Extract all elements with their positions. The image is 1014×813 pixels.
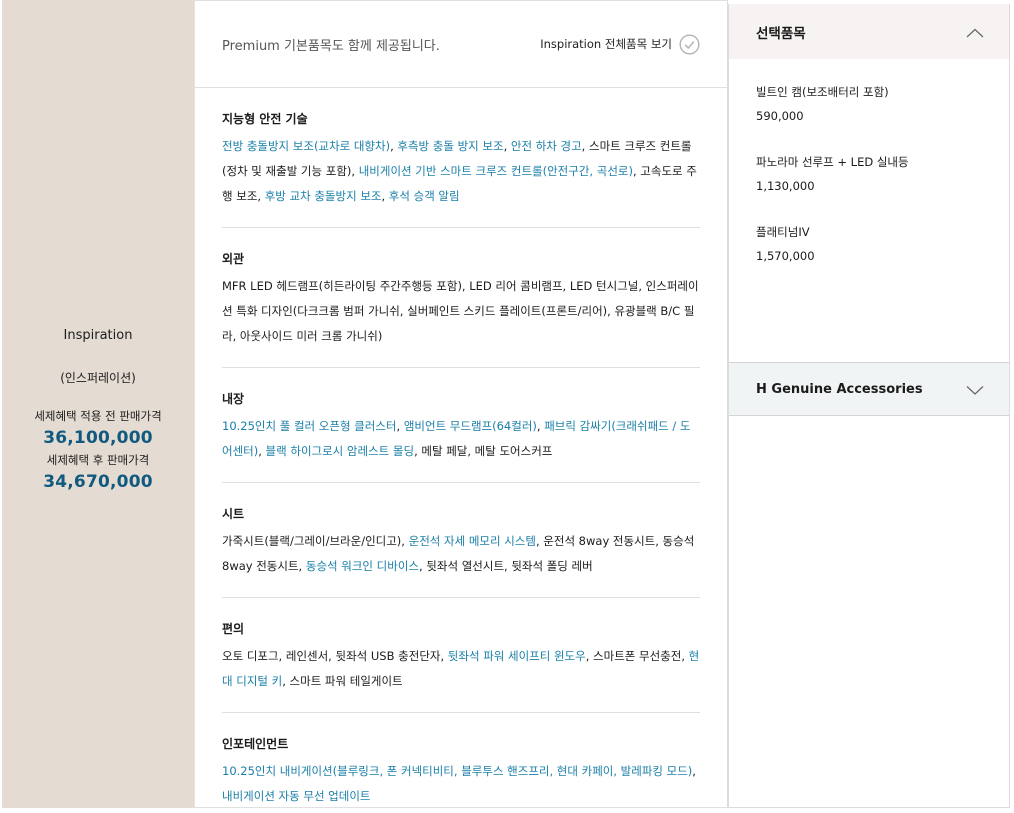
option-price: 590,000	[756, 109, 804, 123]
feature-section-title: 시트	[222, 507, 245, 521]
feature-text: , 스마트폰 무선충전,	[585, 649, 689, 663]
feature-text: ,	[692, 764, 696, 778]
feature-section-title: 내장	[222, 392, 245, 406]
feature-panel: Premium 기본품목도 함께 제공됩니다. Inspiration 전체품목…	[194, 0, 728, 808]
price-after-tax-label: 세제혜택 후 판매가격	[46, 453, 150, 467]
feature-section: 인포테인먼트 10.25인치 내비게이션(블루링크, 폰 커넥티비티, 블루투스 …	[222, 713, 700, 813]
feature-section-title: 외관	[222, 252, 245, 266]
chevron-down-icon[interactable]	[966, 384, 984, 395]
feature-section: 내장 10.25인치 풀 컬러 오픈형 클러스터, 앰비언트 무드램프(64컬러)…	[222, 368, 700, 483]
feature-section: 편의오토 디포그, 레인센서, 뒷좌석 USB 충전단자, 뒷좌석 파워 세이프…	[222, 598, 700, 713]
feature-highlight: 후방 교차 충돌방지 보조	[264, 189, 382, 203]
feature-section-title: 편의	[222, 622, 245, 636]
trim-name-kor: (인스퍼레이션)	[60, 371, 136, 385]
selected-options-title: 선택품목	[756, 25, 806, 42]
feature-highlight: 후석 승객 알림	[388, 189, 460, 203]
option-name: 파노라마 선루프 + LED 실내등	[756, 155, 909, 169]
feature-highlight: 내비게이션 기반 스마트 크루즈 컨트롤(안전구간, 곡선로)	[358, 164, 633, 178]
feature-highlight: 동승석 워크인 디바이스	[305, 559, 419, 573]
feature-section-title: 인포테인먼트	[222, 737, 289, 751]
feature-section: 지능형 안전 기술전방 충돌방지 보조(교차로 대향차), 후측방 충돌 방지 …	[222, 88, 700, 228]
selected-options-header[interactable]: 선택품목	[729, 4, 1009, 59]
trim-name: Inspiration	[63, 328, 133, 343]
option-item[interactable]: 빌트인 캠(보조배터리 포함) 590,000	[756, 84, 982, 123]
feature-section-body: 오토 디포그, 레인센서, 뒷좌석 USB 충전단자, 뒷좌석 파워 세이프티 …	[222, 644, 700, 694]
feature-highlight: 앰비언트 무드램프(64컬러)	[403, 419, 537, 433]
feature-highlight: 운전석 자세 메모리 시스템	[408, 534, 536, 548]
feature-highlight: 블랙 하이그로시 암레스트 몰딩	[265, 444, 415, 458]
feature-section-body: 10.25인치 풀 컬러 오픈형 클러스터, 앰비언트 무드램프(64컬러) , …	[222, 414, 700, 464]
feature-section-body: MFR LED 헤드램프(히든라이팅 주간주행등 포함), LED 리어 콤비램…	[222, 274, 700, 349]
feature-highlight: 안전 하차 경고	[510, 139, 582, 153]
price-before-tax-label: 세제혜택 적용 전 판매가격	[34, 409, 162, 423]
feature-section-body: 10.25인치 내비게이션(블루링크, 폰 커넥티비티, 블루투스 핸즈프리, …	[222, 759, 700, 809]
price-after-tax: 34,670,000	[43, 472, 153, 492]
accessories-title: H Genuine Accessories	[756, 381, 923, 397]
feature-text: ,	[396, 419, 404, 433]
feature-text: ,	[381, 189, 389, 203]
trim-summary: Inspiration (인스퍼레이션) 세제혜택 적용 전 판매가격 36,1…	[2, 0, 194, 808]
options-panel: 선택품목 빌트인 캠(보조배터리 포함) 590,000 파노라마 선루프 + LE…	[728, 4, 1010, 808]
view-all-items-link[interactable]: Inspiration 전체품목 보기	[540, 33, 700, 55]
feature-section-body: 가죽시트(블랙/그레이/브라운/인디고), 운전석 자세 메모리 시스템, 운전…	[222, 529, 700, 579]
option-price: 1,570,000	[756, 249, 815, 263]
check-circle-icon	[679, 33, 700, 55]
accessories-header[interactable]: H Genuine Accessories	[729, 363, 1009, 416]
selected-options-list: 빌트인 캠(보조배터리 포함) 590,000 파노라마 선루프 + LED 실내등…	[729, 59, 1009, 363]
option-item[interactable]: 플래티넘IV 1,570,000	[756, 224, 982, 263]
option-item[interactable]: 파노라마 선루프 + LED 실내등 1,130,000	[756, 154, 982, 193]
feature-section-body: 전방 충돌방지 보조(교차로 대향차), 후측방 충돌 방지 보조, 안전 하차…	[222, 134, 700, 209]
feature-text: ,	[258, 444, 266, 458]
feature-highlight: 뒷좌석 파워 세이프티 윈도우	[447, 649, 586, 663]
view-all-items-label: Inspiration 전체품목 보기	[540, 37, 672, 51]
feature-text: , 메탈 페달, 메탈 도어스커프	[414, 444, 553, 458]
feature-section-title: 지능형 안전 기술	[222, 112, 308, 126]
option-name: 플래티넘IV	[756, 225, 810, 239]
feature-text: ,	[503, 139, 511, 153]
feature-highlight: 전방 충돌방지 보조(교차로 대향차)	[222, 139, 391, 153]
feature-section: 시트 가죽시트(블랙/그레이/브라운/인디고), 운전석 자세 메모리 시스템, …	[222, 483, 700, 598]
feature-text: 가죽시트(블랙/그레이/브라운/인디고),	[222, 534, 409, 548]
price-before-tax: 36,100,000	[43, 428, 153, 448]
feature-text: , 뒷좌석 열선시트, 뒷좌석 폴딩 레버	[419, 559, 593, 573]
premium-note: Premium 기본품목도 함께 제공됩니다.	[222, 38, 440, 54]
option-name: 빌트인 캠(보조배터리 포함)	[756, 85, 889, 99]
chevron-up-icon[interactable]	[966, 27, 984, 37]
feature-highlight: 내비게이션 자동 무선 업데이트	[222, 789, 371, 803]
feature-highlight: 후측방 충돌 방지 보조	[397, 139, 504, 153]
feature-text: MFR LED 헤드램프(히든라이팅 주간주행등 포함), LED 리어 콤비램…	[222, 279, 699, 343]
feature-text: 오토 디포그, 레인센서, 뒷좌석 USB 충전단자,	[222, 649, 448, 663]
feature-highlight: 10.25인치 풀 컬러 오픈형 클러스터	[222, 419, 397, 433]
feature-header: Premium 기본품목도 함께 제공됩니다. Inspiration 전체품목…	[195, 1, 727, 88]
feature-sections: 지능형 안전 기술전방 충돌방지 보조(교차로 대향차), 후측방 충돌 방지 …	[195, 88, 727, 813]
feature-section: 외관 MFR LED 헤드램프(히든라이팅 주간주행등 포함), LED 리어 콤…	[222, 228, 700, 368]
feature-highlight: 10.25인치 내비게이션(블루링크, 폰 커넥티비티, 블루투스 핸즈프리, …	[222, 764, 693, 778]
feature-text: , 스마트 파워 테일게이트	[282, 674, 403, 688]
option-price: 1,130,000	[756, 179, 815, 193]
